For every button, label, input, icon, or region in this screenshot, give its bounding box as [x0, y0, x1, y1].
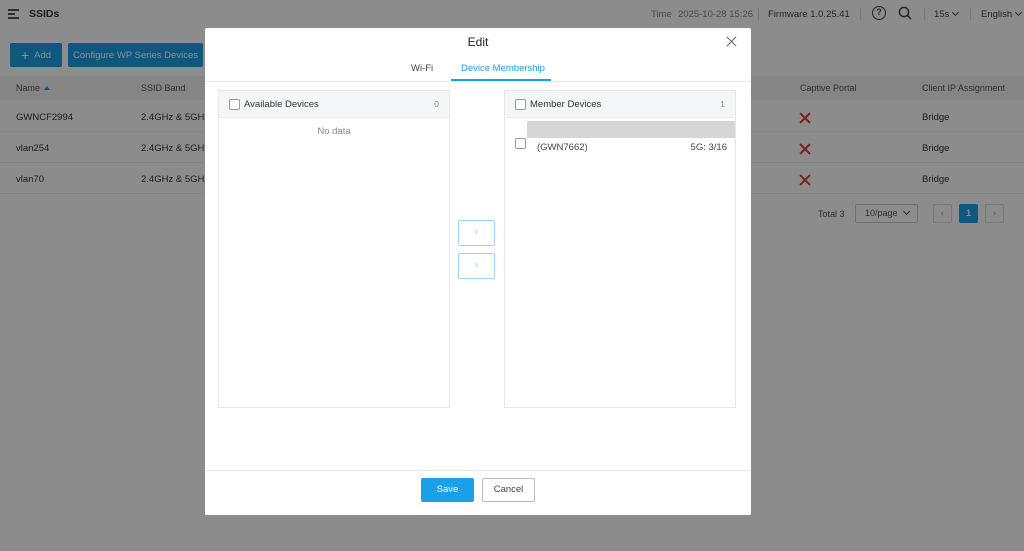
close-icon[interactable] [726, 36, 737, 47]
move-left-button[interactable]: ‹ [458, 220, 495, 246]
available-devices-title: Available Devices [244, 99, 319, 110]
save-button[interactable]: Save [421, 478, 474, 502]
edit-modal: Edit Wi-Fi Device Membership Available D… [205, 28, 751, 515]
device-model: (GWN7662) [537, 142, 588, 153]
available-devices-count: 0 [434, 99, 439, 109]
member-devices-count: 1 [720, 99, 725, 109]
select-all-member-checkbox[interactable] [515, 99, 526, 110]
footer-divider [205, 470, 751, 471]
device-name-redacted [527, 121, 735, 138]
member-devices-panel: Member Devices 1 (GWN7662) 5G: 3/16 [504, 90, 736, 408]
device-radio-usage: 5G: 3/16 [690, 142, 727, 153]
tab-device-membership[interactable]: Device Membership [461, 63, 545, 74]
active-tab-indicator [451, 79, 551, 81]
member-devices-title: Member Devices [530, 99, 602, 110]
available-devices-panel: Available Devices 0 No data [218, 90, 450, 408]
device-checkbox[interactable] [515, 138, 526, 149]
modal-title: Edit [467, 35, 489, 49]
select-all-available-checkbox[interactable] [229, 99, 240, 110]
move-right-button[interactable]: › [458, 253, 495, 279]
cancel-button[interactable]: Cancel [482, 478, 535, 502]
empty-state: No data [317, 126, 351, 137]
tab-wifi[interactable]: Wi-Fi [411, 63, 433, 74]
panel-header: Member Devices 1 [505, 91, 735, 118]
panel-header: Available Devices 0 [219, 91, 449, 118]
tabs-divider [205, 81, 751, 82]
